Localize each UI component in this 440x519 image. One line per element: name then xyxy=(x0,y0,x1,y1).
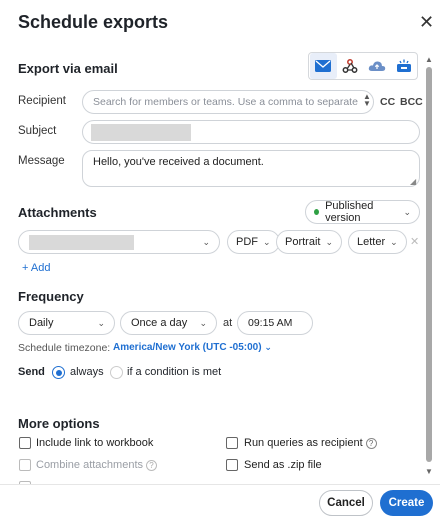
scrollbar[interactable]: ▲ ▼ xyxy=(425,55,433,485)
time-value: 09:15 AM xyxy=(248,317,293,329)
remove-attachment-icon[interactable]: ✕ xyxy=(410,235,419,248)
footer-divider xyxy=(0,484,440,485)
combine-attachments-row: Combine attachments? xyxy=(36,459,157,471)
expand-icon[interactable]: ▲ ▼ xyxy=(363,93,371,108)
include-link-checkbox[interactable] xyxy=(19,437,31,449)
channel-selector xyxy=(308,52,418,80)
frequency-heading: Frequency xyxy=(18,289,84,304)
export-heading: Export via email xyxy=(18,61,118,76)
create-button[interactable]: Create xyxy=(380,490,433,516)
dialog-body[interactable]: Export via email Recipient Search for me… xyxy=(0,44,425,484)
recipient-label: Recipient xyxy=(18,95,66,107)
attachments-heading: Attachments xyxy=(18,205,97,220)
webhook-icon[interactable] xyxy=(337,53,364,79)
timezone-label: Schedule timezone: xyxy=(18,342,111,354)
orientation-label: Portrait xyxy=(285,236,321,248)
send-label: Send xyxy=(18,366,45,378)
cc-button[interactable]: CC xyxy=(380,96,395,108)
cancel-button[interactable]: Cancel xyxy=(319,490,373,516)
version-label: Published version xyxy=(325,200,374,224)
chevron-down-icon: ⌄ xyxy=(325,236,334,247)
at-label: at xyxy=(223,317,233,329)
orientation-dropdown[interactable]: Portrait ⌄ xyxy=(276,230,343,254)
chevron-down-icon: ⌄ xyxy=(199,317,207,328)
chevron-down-icon: ⌄ xyxy=(202,236,210,247)
cloud-upload-icon[interactable] xyxy=(364,53,391,79)
published-status-dot xyxy=(314,209,320,215)
chevron-down-icon: ⌄ xyxy=(97,317,105,328)
schedule-exports-dialog: Schedule exports ✕ Export via email Reci… xyxy=(0,0,440,519)
combine-attachments-label: Combine attachments xyxy=(36,459,143,471)
chevron-down-icon: ⌄ xyxy=(264,342,272,352)
send-zip-label: Send as .zip file xyxy=(244,459,322,471)
add-attachment-link[interactable]: + Add xyxy=(22,262,50,274)
paper-label: Letter xyxy=(357,236,386,248)
run-as-recipient-row: Run queries as recipient? xyxy=(244,437,377,449)
repeat-dropdown[interactable]: Once a day ⌄ xyxy=(120,311,217,335)
version-dropdown[interactable]: Published version ⌄ xyxy=(305,200,420,224)
send-zip-checkbox[interactable] xyxy=(226,459,238,471)
time-input[interactable]: 09:15 AM xyxy=(237,311,313,335)
run-as-recipient-label: Run queries as recipient xyxy=(244,437,363,449)
message-label: Message xyxy=(18,155,65,167)
scroll-up-icon[interactable]: ▲ xyxy=(425,55,433,64)
close-icon[interactable]: ✕ xyxy=(419,12,434,33)
combine-attachments-checkbox[interactable] xyxy=(19,459,31,471)
help-icon[interactable]: ? xyxy=(365,437,377,449)
run-as-recipient-checkbox[interactable] xyxy=(226,437,238,449)
chevron-down-icon: ⌄ xyxy=(263,236,271,247)
send-always-label: always xyxy=(70,366,104,378)
format-dropdown[interactable]: PDF ⌄ xyxy=(227,230,280,254)
subject-value-redacted xyxy=(91,123,191,141)
timezone-value: America/New York (UTC -05:00) xyxy=(113,342,262,353)
scrollbar-thumb[interactable] xyxy=(426,67,432,462)
send-condition-label: if a condition is met xyxy=(127,366,222,378)
format-label: PDF xyxy=(236,236,258,248)
attachment-select[interactable]: ⌄ xyxy=(18,230,220,254)
chevron-down-icon: ⌄ xyxy=(403,206,411,217)
bcc-button[interactable]: BCC xyxy=(400,96,423,108)
paper-size-dropdown[interactable]: Letter ⌄ xyxy=(348,230,407,254)
scroll-down-icon[interactable]: ▼ xyxy=(425,467,433,476)
inbox-icon[interactable] xyxy=(390,53,417,79)
message-value: Hello, you've received a document. xyxy=(93,156,264,168)
recipient-input[interactable]: Search for members or teams. Use a comma… xyxy=(82,90,374,114)
dialog-title: Schedule exports xyxy=(18,12,169,32)
timezone-dropdown[interactable]: America/New York (UTC -05:00) ⌄ xyxy=(113,342,272,353)
recipient-placeholder: Search for members or teams. Use a comma… xyxy=(93,96,358,108)
attachment-value-redacted xyxy=(29,234,134,250)
send-condition-radio[interactable] xyxy=(110,366,123,379)
email-icon[interactable] xyxy=(310,53,337,79)
repeat-value: Once a day xyxy=(131,317,188,329)
help-icon[interactable]: ? xyxy=(146,459,157,471)
resize-handle-icon[interactable]: ◢ xyxy=(410,177,416,186)
period-dropdown[interactable]: Daily ⌄ xyxy=(18,311,115,335)
period-value: Daily xyxy=(29,317,54,329)
subject-input[interactable] xyxy=(82,120,420,144)
subject-label: Subject xyxy=(18,125,57,137)
more-options-heading: More options xyxy=(18,416,100,431)
send-always-radio[interactable] xyxy=(52,366,65,379)
message-textarea[interactable]: Hello, you've received a document. xyxy=(82,150,420,187)
chevron-down-icon: ⌄ xyxy=(390,236,398,247)
include-link-label: Include link to workbook xyxy=(36,437,154,449)
